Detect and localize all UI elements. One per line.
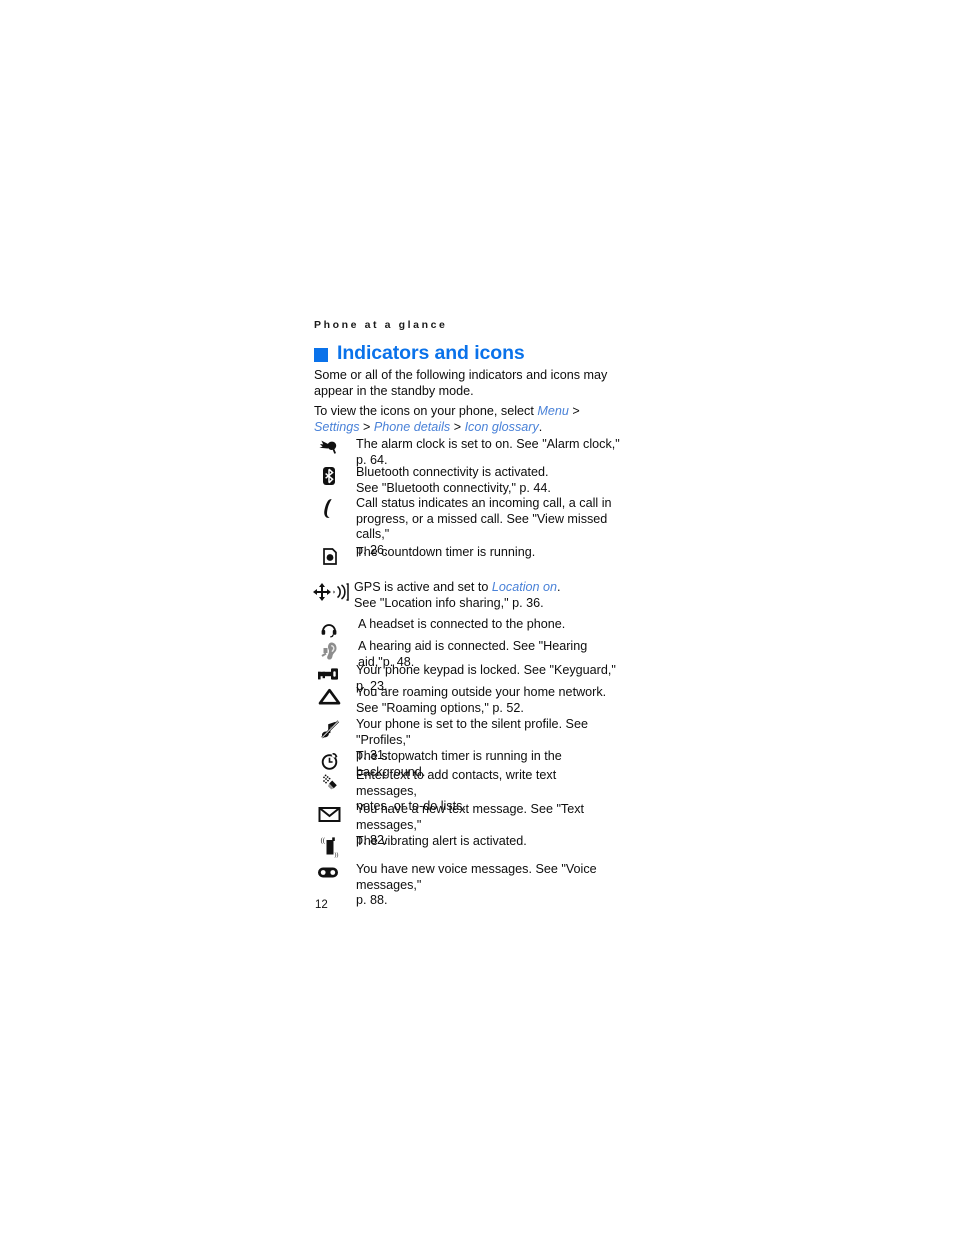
list-item-text: The alarm clock is set to on. See "Alarm… <box>356 437 620 467</box>
alarm-clock-icon <box>310 437 356 457</box>
headset-icon <box>310 617 356 638</box>
intro-paragraph-2-prefix: To view the icons on your phone, select <box>314 404 538 418</box>
list-item-text: The countdown timer is running. <box>356 545 536 559</box>
countdown-timer-icon <box>310 545 356 565</box>
svg-text:((: (( <box>321 837 326 845</box>
silent-profile-icon <box>310 717 356 739</box>
stopwatch-icon <box>310 749 356 770</box>
list-item-text: A headset is connected to the phone. <box>358 617 566 631</box>
keyguard-key-icon <box>310 663 356 683</box>
hearing-aid-icon <box>310 639 356 660</box>
intro-paragraph-2: To view the icons on your phone, select … <box>314 404 618 435</box>
svg-text:)): )) <box>334 852 338 859</box>
menu-path-sep-1: > <box>568 404 580 418</box>
menu-path-sep-3: > <box>450 419 465 434</box>
gps-line-1-prefix: GPS is active and set to <box>354 580 492 594</box>
heading-square-bullet-icon <box>314 347 328 362</box>
list-item-text: You have new voice messages. See "Voice … <box>356 862 597 908</box>
menu-path-menu[interactable]: Menu <box>537 404 569 418</box>
new-text-message-icon <box>310 802 356 822</box>
gps-location-on-link[interactable]: Location on <box>492 580 557 594</box>
menu-path-sep-2: > <box>359 419 374 434</box>
running-header: Phone at a glance <box>314 319 448 331</box>
page-number: 12 <box>315 899 328 911</box>
menu-path-icon-glossary[interactable]: Icon glossary <box>465 420 539 434</box>
gps-line-1: GPS is active and set to Location on. <box>354 580 618 596</box>
list-item-text: The vibrating alert is activated. <box>356 834 527 848</box>
menu-path-phone-details[interactable]: Phone details <box>374 420 450 434</box>
list-item-text: You are roaming outside your home networ… <box>356 685 607 715</box>
intro-paragraph-1: Some or all of the following indicators … <box>314 368 608 398</box>
bluetooth-icon <box>310 465 356 485</box>
menu-path-settings[interactable]: Settings <box>314 420 360 434</box>
gps-line-1-suffix: . <box>557 580 561 594</box>
menu-path-sep-4: . <box>538 419 543 434</box>
manual-page: Phone at a glance Indicators and icons S… <box>0 0 954 1235</box>
gps-icon <box>310 580 354 601</box>
list-item-text: Bluetooth connectivity is activated. See… <box>356 465 551 495</box>
vibrating-alert-icon: (( )) <box>310 834 356 859</box>
roaming-icon <box>310 685 356 705</box>
call-status-icon <box>310 496 356 518</box>
page-title: Indicators and icons <box>314 342 525 365</box>
text-entry-icon <box>310 768 356 790</box>
list-item-text: GPS is active and set to Location on. Se… <box>354 580 618 611</box>
page-title-text: Indicators and icons <box>337 342 525 364</box>
voice-message-icon <box>310 862 356 882</box>
